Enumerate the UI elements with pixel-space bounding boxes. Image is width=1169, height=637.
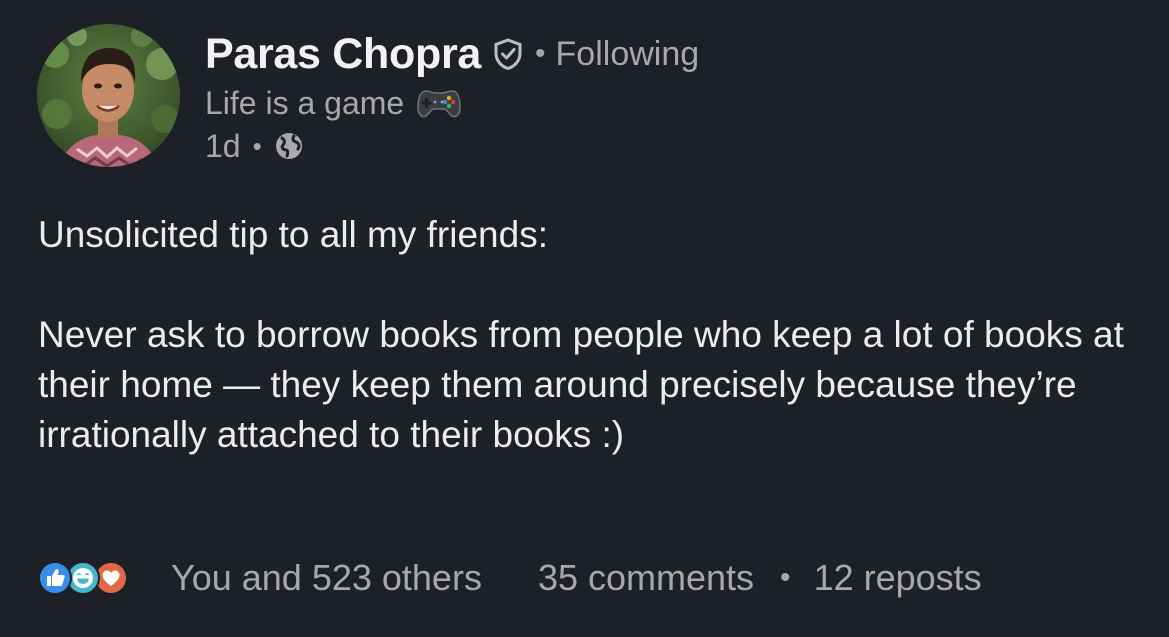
like-icon [38,561,72,595]
post-content: Unsolicited tip to all my friends: Never… [38,210,1138,460]
post-timestamp[interactable]: 1d [205,128,241,165]
gamepad-icon [416,85,462,121]
name-separator: • [535,37,546,70]
globe-icon [274,131,304,161]
reactions-stack[interactable] [38,558,156,598]
verified-shield-icon [493,38,523,71]
post-paragraph: Unsolicited tip to all my friends: [38,214,548,255]
social-counts-bar: You and 523 others 35 comments • 12 repo… [38,555,1148,601]
following-button[interactable]: Following [556,35,700,74]
author-header: Paras Chopra • Following [205,27,699,81]
reactions-count[interactable]: You and 523 others [171,557,482,599]
post-meta: 1d • [205,126,304,166]
author-name[interactable]: Paras Chopra [205,30,481,79]
post-paragraph: Never ask to borrow books from people wh… [38,314,1124,455]
author-avatar[interactable] [37,24,180,167]
reposts-count[interactable]: 12 reposts [814,557,982,599]
author-headline-row: Life is a game [205,83,462,123]
counts-separator: • [780,561,791,594]
meta-separator: • [252,130,262,161]
author-headline: Life is a game [205,84,405,121]
comments-count[interactable]: 35 comments [538,557,754,599]
